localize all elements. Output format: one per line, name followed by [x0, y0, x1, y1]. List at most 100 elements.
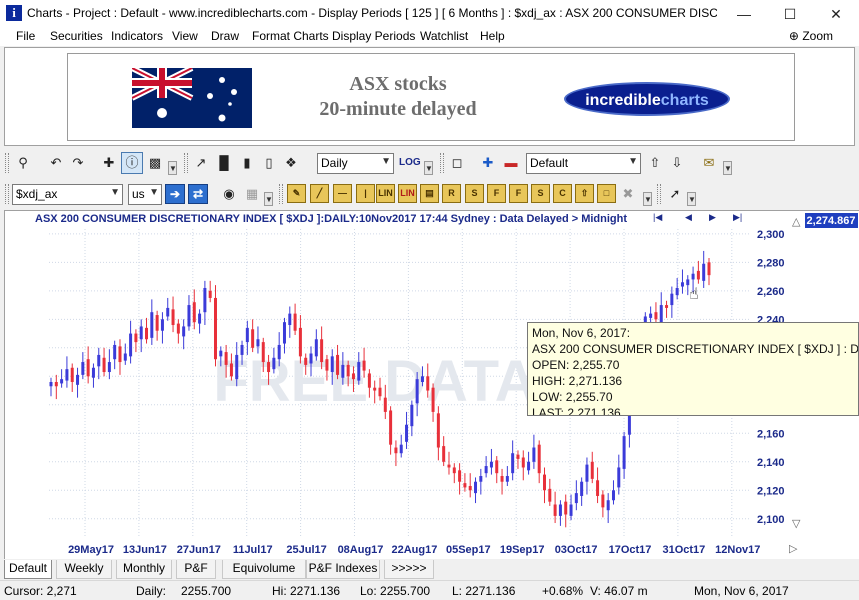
binoculars-icon[interactable]: ◉ — [218, 183, 240, 205]
menu-indicators[interactable]: Indicators — [111, 29, 163, 43]
chevron-down-icon: ▼ — [110, 187, 120, 198]
draw-fibonacci-button[interactable]: F — [487, 184, 506, 203]
draw-resistance-button[interactable]: R — [442, 184, 461, 203]
candle-body — [150, 312, 154, 338]
menu-view[interactable]: View — [172, 29, 198, 43]
x-tick-label: 31Oct17 — [662, 544, 705, 556]
candle-color-icon[interactable]: ▯ — [258, 152, 280, 174]
mail-icon[interactable]: ✉ — [698, 152, 720, 174]
menu-file[interactable]: File — [16, 29, 35, 43]
x-tick-label: 17Oct17 — [609, 544, 652, 556]
magnifier-icon[interactable]: ⚲ — [12, 152, 34, 174]
menu-help[interactable]: Help — [480, 29, 505, 43]
tab-pf-indexes[interactable]: P&F Indexes — [306, 560, 380, 579]
toolbar-overflow-chevron[interactable]: ▼ — [168, 161, 177, 175]
scroll-left-button[interactable]: ◀ — [685, 212, 692, 223]
draw-horizontal-line-icon[interactable]: — — [333, 184, 352, 203]
go-arrow-icon[interactable]: ➔ — [165, 184, 185, 204]
banner-ad[interactable]: ASX stocks 20-minute delayed incrediblec… — [67, 53, 795, 141]
candle-body — [224, 352, 228, 365]
bar-chart-icon[interactable]: █ — [213, 152, 235, 174]
tab-default[interactable]: Default — [4, 560, 52, 579]
menu-draw[interactable]: Draw — [211, 29, 239, 43]
draw-support-button[interactable]: S — [465, 184, 484, 203]
draw-vertical-line-icon[interactable]: | — [356, 184, 375, 203]
candle-body — [617, 467, 621, 488]
zoom-button[interactable]: ⊕ Zoom — [789, 29, 833, 43]
chart-style-menu-icon[interactable]: ❖ — [280, 152, 302, 174]
x-tick-label: 22Aug17 — [391, 544, 437, 556]
x-tick-label: 25Jul17 — [286, 544, 326, 556]
draw-linear-regression-button[interactable]: LIN — [376, 184, 395, 203]
refresh-icon[interactable]: ⇄ — [188, 184, 208, 204]
maximize-button[interactable]: ☐ — [767, 0, 813, 28]
draw-trendline-icon[interactable]: ╱ — [310, 184, 329, 203]
draw-speed-button[interactable]: S — [531, 184, 550, 203]
move-down-icon[interactable]: ⇩ — [666, 152, 688, 174]
draw-linear-channel-button[interactable]: LIN — [398, 184, 417, 203]
draw-cycle-button[interactable]: C — [553, 184, 572, 203]
candle-body — [113, 344, 117, 360]
menu-watchlist[interactable]: Watchlist — [420, 29, 468, 43]
security-input[interactable]: $xdj_ax ▼ — [12, 184, 123, 205]
candle-body — [123, 353, 127, 361]
scroll-start-button[interactable]: |◀ — [653, 212, 662, 223]
tab-pf[interactable]: P&F — [176, 560, 216, 579]
candle-body — [118, 346, 122, 363]
tab-monthly[interactable]: Monthly — [116, 560, 172, 579]
candle-body — [649, 313, 653, 318]
candlestick-icon[interactable]: ▮ — [236, 152, 258, 174]
toolbar-overflow-chevron[interactable]: ▼ — [723, 161, 732, 175]
undo-icon[interactable]: ↶ — [45, 152, 67, 174]
period-select[interactable]: Daily ▼ — [317, 153, 394, 174]
toolbar-row-1: ⚲ ↶ ↷ ✚ ⓘ ▩ ▼ ↗ █ ▮ ▯ ❖ Daily ▼ LOG ▼ ◻ ✚… — [0, 149, 859, 179]
toolbar-overflow-chevron[interactable]: ▼ — [687, 192, 696, 206]
menu-display-periods[interactable]: Display Periods — [332, 29, 415, 43]
menu-format-charts[interactable]: Format Charts — [252, 29, 329, 43]
delete-template-icon[interactable]: ▬ — [500, 152, 522, 174]
info-cursor-icon[interactable]: ⓘ — [121, 152, 143, 174]
draw-box-icon[interactable]: □ — [597, 184, 616, 203]
hand-cursor-icon: ☝ — [689, 286, 699, 303]
compare-icon[interactable]: ▦ — [241, 183, 263, 205]
toolbar-grip[interactable] — [657, 184, 661, 204]
toolbar-grip[interactable] — [279, 184, 283, 204]
window-title: Charts - Project : Default - www.incredi… — [27, 6, 717, 20]
scroll-end-button[interactable]: ▶| — [733, 212, 742, 223]
toolbar-grip[interactable] — [5, 153, 9, 173]
toolbar-overflow-chevron[interactable]: ▼ — [643, 192, 652, 206]
menu-securities[interactable]: Securities — [50, 29, 103, 43]
candle-body — [298, 327, 302, 357]
chart-panel-icon[interactable]: ▩ — [144, 152, 166, 174]
template-select[interactable]: Default ▼ — [526, 153, 641, 174]
tab-more[interactable]: >>>>> — [384, 560, 434, 579]
draw-channel-icon[interactable]: ▤ — [420, 184, 439, 203]
candle-body — [585, 464, 589, 482]
toolbar-grip[interactable] — [440, 153, 444, 173]
close-button[interactable]: ✕ — [813, 0, 859, 28]
minimize-button[interactable]: — — [721, 0, 767, 28]
draw-up-arrow-icon[interactable]: ⇧ — [575, 184, 594, 203]
draw-fan-button[interactable]: F — [509, 184, 528, 203]
page-icon[interactable]: ◻ — [446, 152, 468, 174]
draw-pencil-icon[interactable]: ✎ — [287, 184, 306, 203]
pointer-tool-icon[interactable]: ➚ — [664, 183, 686, 205]
scroll-right-button[interactable]: ▶ — [709, 212, 716, 223]
exchange-select[interactable]: us ▼ — [128, 184, 162, 205]
toolbar-overflow-chevron[interactable]: ▼ — [264, 192, 273, 206]
candle-body — [304, 357, 308, 365]
redo-icon[interactable]: ↷ — [67, 152, 89, 174]
x-tick-label: 05Sep17 — [446, 544, 491, 556]
log-scale-button[interactable]: LOG — [398, 152, 421, 174]
toolbar-grip[interactable] — [184, 153, 188, 173]
delete-drawing-icon[interactable]: ✖ — [617, 183, 639, 205]
candle-body — [474, 481, 478, 494]
toolbar-overflow-chevron[interactable]: ▼ — [424, 161, 433, 175]
crosshair-icon[interactable]: ✚ — [98, 152, 120, 174]
line-chart-icon[interactable]: ↗ — [190, 152, 212, 174]
tab-weekly[interactable]: Weekly — [56, 560, 112, 579]
add-template-icon[interactable]: ✚ — [477, 152, 499, 174]
move-up-icon[interactable]: ⇧ — [644, 152, 666, 174]
toolbar-grip[interactable] — [5, 184, 9, 204]
tab-equivolume[interactable]: Equivolume — [222, 560, 306, 579]
